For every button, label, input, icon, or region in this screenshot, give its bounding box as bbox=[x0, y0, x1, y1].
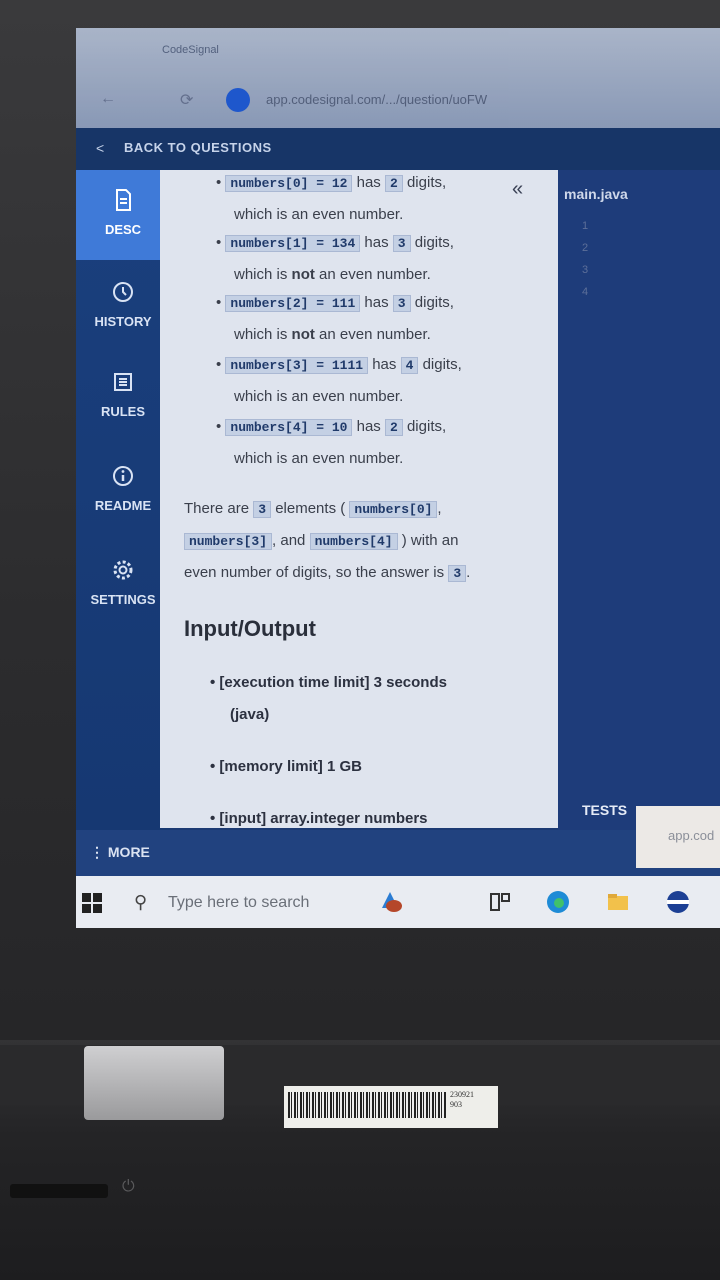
back-to-questions-link[interactable]: BACK TO QUESTIONS bbox=[124, 140, 272, 155]
bullet-line-2: which is not an even number. bbox=[234, 326, 431, 343]
info-icon bbox=[113, 466, 133, 486]
site-favicon-icon bbox=[226, 88, 250, 112]
bullet-line: • numbers[4] = 10 has 2 digits, bbox=[216, 418, 447, 436]
sidebar-item-history[interactable]: HISTORY bbox=[76, 280, 170, 329]
code-editor[interactable]: main.java 1 2 3 4 TESTS bbox=[558, 170, 720, 830]
bullet-line-2: which is an even number. bbox=[234, 388, 404, 405]
chevron-left-icon[interactable]: < bbox=[96, 140, 104, 156]
io-list-item: • [execution time limit] 3 seconds bbox=[210, 674, 447, 691]
browser-tab-title[interactable]: CodeSignal bbox=[162, 44, 219, 56]
hinge-cover bbox=[84, 1046, 224, 1120]
reload-icon[interactable]: ⟳ bbox=[180, 90, 193, 110]
bullet-line-2: which is an even number. bbox=[234, 450, 404, 467]
edge-browser-icon[interactable] bbox=[544, 888, 572, 916]
section-heading: Input/Output bbox=[184, 616, 316, 641]
summary-line-2: numbers[3], and numbers[4] ) with an bbox=[184, 532, 458, 550]
sidebar-item-label: RULES bbox=[100, 404, 146, 419]
asset-number: 230921 903 bbox=[450, 1090, 474, 1109]
search-input[interactable]: Type here to search bbox=[168, 894, 309, 912]
windows-taskbar: ⚲ Type here to search bbox=[76, 876, 720, 928]
search-icon: ⚲ bbox=[134, 892, 148, 912]
file-explorer-icon[interactable] bbox=[604, 888, 632, 916]
summary-line-3: even number of digits, so the answer is … bbox=[184, 564, 471, 582]
barcode bbox=[288, 1092, 446, 1118]
bottom-bar: ⋮ MORE bbox=[76, 830, 720, 876]
clock-icon bbox=[113, 282, 133, 302]
sidebar-item-label: SETTINGS bbox=[90, 592, 156, 607]
more-button[interactable]: ⋮ MORE bbox=[90, 844, 150, 861]
bullet-line: • numbers[1] = 134 has 3 digits, bbox=[216, 234, 454, 252]
sidebar: DESC HISTORY RULES README SETTINGS bbox=[76, 170, 170, 830]
sidebar-item-label: DESC bbox=[104, 222, 142, 237]
asset-barcode-label: 230921 903 bbox=[284, 1086, 498, 1128]
io-list-item: • [input] array.integer numbers bbox=[210, 810, 428, 827]
list-icon bbox=[114, 373, 132, 391]
bullet-line: • numbers[2] = 111 has 3 digits, bbox=[216, 294, 454, 312]
summary-line-1: There are 3 elements ( numbers[0], bbox=[184, 500, 442, 518]
line-number: 4 bbox=[582, 286, 589, 298]
bullet-line: • numbers[0] = 12 has 2 digits, bbox=[216, 174, 447, 192]
io-list-item-cont: (java) bbox=[230, 706, 270, 723]
news-widget-icon[interactable] bbox=[376, 888, 404, 916]
sidebar-item-rules[interactable]: RULES bbox=[76, 370, 170, 419]
screen: CodeSignal ← ⟳ app.codesignal.com/.../qu… bbox=[76, 28, 720, 928]
sidebar-item-label: README bbox=[94, 498, 152, 513]
document-icon bbox=[116, 189, 131, 211]
description-panel: « • numbers[0] = 12 has 2 digits, which … bbox=[160, 170, 558, 828]
address-bar[interactable]: app.codesignal.com/.../question/uoFW bbox=[266, 92, 487, 107]
bullet-line-2: which is not an even number. bbox=[234, 266, 431, 283]
collapse-panel-icon[interactable]: « bbox=[512, 178, 523, 201]
io-list-item: • [memory limit] 1 GB bbox=[210, 758, 362, 775]
browser-back-icon[interactable]: ← bbox=[100, 90, 116, 108]
line-number: 3 bbox=[582, 264, 589, 276]
tests-tab[interactable]: TESTS bbox=[582, 802, 627, 818]
editor-file-tab[interactable]: main.java bbox=[564, 186, 628, 202]
bullet-line-2: which is an even number. bbox=[234, 206, 404, 223]
windows-start-icon[interactable] bbox=[82, 893, 102, 913]
task-view-icon[interactable] bbox=[486, 888, 514, 916]
sidebar-item-settings[interactable]: SETTINGS bbox=[76, 558, 170, 607]
browser-toolbar: CodeSignal ← ⟳ app.codesignal.com/.../qu… bbox=[76, 28, 720, 128]
line-number: 2 bbox=[582, 242, 589, 254]
app-header: < BACK TO QUESTIONS bbox=[76, 128, 720, 170]
notification-toast[interactable]: app.cod bbox=[636, 806, 720, 868]
line-number: 1 bbox=[582, 220, 589, 232]
power-icon[interactable]: ⏻ bbox=[122, 1178, 135, 1196]
sidebar-item-desc[interactable]: DESC bbox=[76, 170, 170, 260]
taskbar-search[interactable]: ⚲ Type here to search bbox=[126, 882, 366, 922]
sidebar-item-readme[interactable]: README bbox=[76, 464, 170, 513]
status-led bbox=[10, 1184, 108, 1198]
gear-icon bbox=[113, 560, 133, 580]
bullet-line: • numbers[3] = 1111 has 4 digits, bbox=[216, 356, 462, 374]
browser-app-icon[interactable] bbox=[664, 888, 692, 916]
sidebar-item-label: HISTORY bbox=[94, 314, 152, 329]
